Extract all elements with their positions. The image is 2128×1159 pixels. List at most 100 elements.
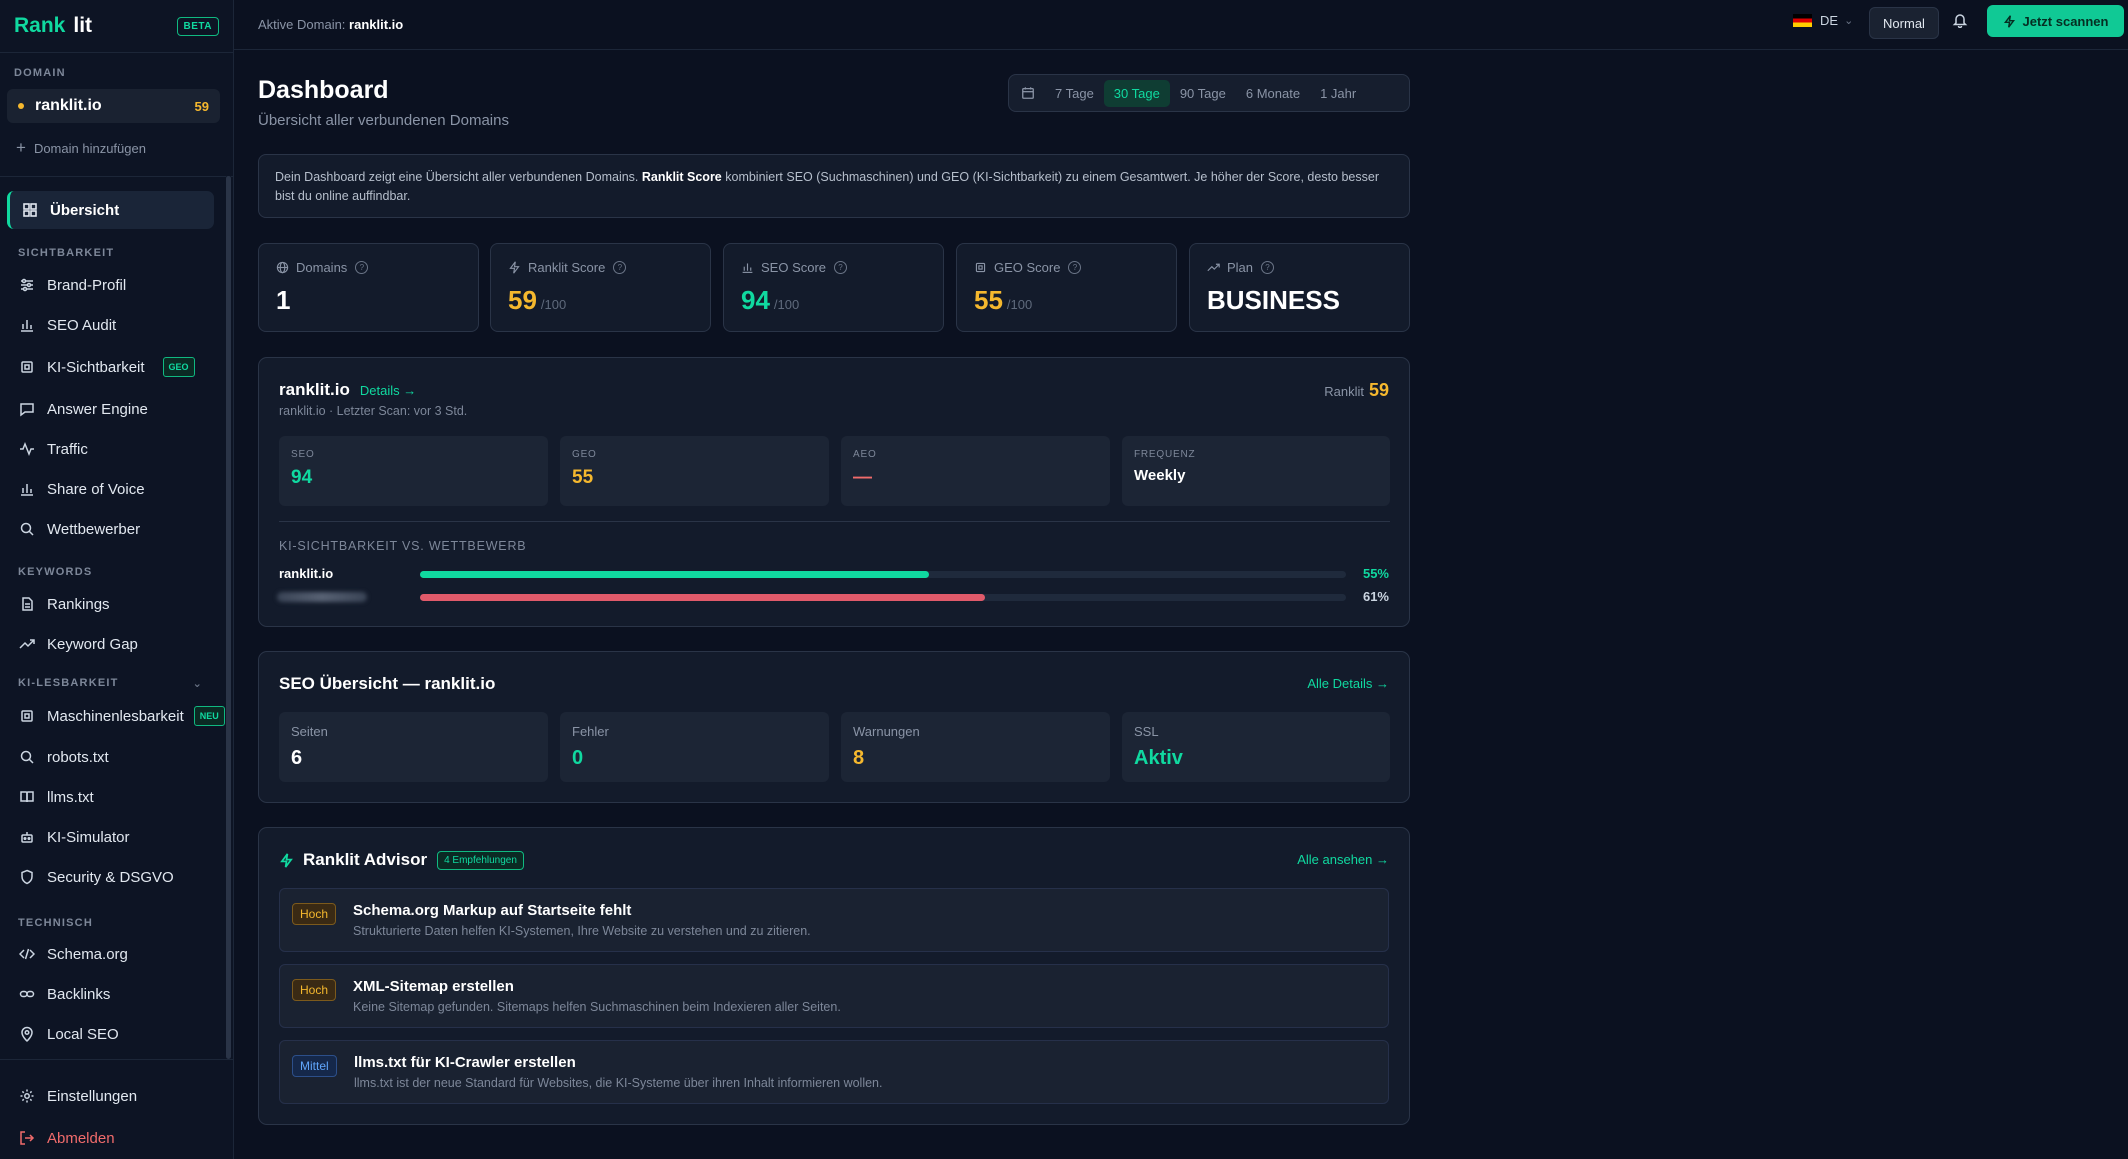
sidebar-item-competitors[interactable]: Wettbewerber [7, 510, 214, 548]
bar-fill-competitor [420, 594, 985, 601]
advisor-item[interactable]: Hoch XML-Sitemap erstellen Keine Sitemap… [279, 964, 1389, 1028]
all-details-link[interactable]: Alle Details → [1307, 676, 1389, 691]
metric-label: Seiten [291, 724, 328, 739]
sidebar-item-label: Übersicht [50, 201, 120, 219]
sidebar-item-answer-engine[interactable]: Answer Engine [7, 390, 214, 428]
sidebar-item-label: Share of Voice [47, 480, 145, 498]
stat-card-ranklit-score[interactable]: Ranklit Score ? 59/100 [490, 243, 711, 332]
domain-item-ranklit[interactable]: ranklit.io 59 [7, 89, 220, 123]
sidebar-item-label: KI-Simulator [47, 828, 130, 846]
language-selector[interactable]: DE ⌄ [1793, 13, 1853, 28]
geo-badge: GEO [162, 357, 195, 377]
bar-track-ranklit [420, 571, 1346, 578]
sliders-icon [21, 278, 33, 292]
sidebar-item-llms[interactable]: llms.txt [7, 778, 214, 816]
bar-value-competitor: 61% [1362, 589, 1389, 604]
sidebar-item-robots[interactable]: robots.txt [7, 738, 214, 776]
stat-label: Domains ? [276, 260, 461, 275]
chevron-down-icon: ⌄ [1844, 15, 1854, 27]
range-option-6m[interactable]: 6 Monate [1236, 80, 1310, 107]
sidebar-item-traffic[interactable]: Traffic [7, 430, 214, 468]
sidebar-item-keyword-gap[interactable]: Keyword Gap [7, 625, 214, 663]
advisor-item-desc: Keine Sitemap gefunden. Sitemaps helfen … [353, 1000, 841, 1014]
info-box: Dein Dashboard zeigt eine Übersicht alle… [258, 154, 1410, 218]
sidebar-scrollbar[interactable] [226, 176, 231, 1059]
section-label-readability[interactable]: KI-LESBARKEIT ⌄ [18, 677, 203, 690]
sidebar-item-ki-simulator[interactable]: KI-Simulator [7, 818, 214, 856]
logo[interactable]: Rank lit BETA [0, 0, 233, 53]
sidebar-item-share-of-voice[interactable]: Share of Voice [7, 470, 214, 508]
stat-value: 55/100 [974, 285, 1159, 316]
scan-now-button[interactable]: Jetzt scannen [1987, 5, 2124, 37]
link-icon [19, 990, 35, 998]
sidebar-item-machine-readability[interactable]: Maschinenlesbarkeit NEU [7, 697, 225, 735]
details-link[interactable]: Details → [360, 383, 416, 398]
help-icon[interactable]: ? [834, 261, 848, 274]
sidebar-footer: Einstellungen Abmelden [0, 1059, 234, 1159]
stat-label-text: Ranklit Score [528, 260, 606, 275]
compare-title: KI-SICHTBARKEIT VS. WETTBEWERB [279, 539, 527, 553]
range-option-1y[interactable]: 1 Jahr [1310, 80, 1366, 107]
view-all-link[interactable]: Alle ansehen → [1297, 852, 1389, 867]
help-icon[interactable]: ? [613, 261, 627, 274]
sidebar-item-local-seo[interactable]: Local SEO [7, 1015, 214, 1053]
help-icon[interactable]: ? [1261, 261, 1275, 274]
bar-chart-icon [21, 484, 33, 496]
stat-card-geo-score[interactable]: GEO Score ? 55/100 [956, 243, 1177, 332]
chevron-down-icon: ⌄ [192, 678, 203, 690]
book-icon [20, 791, 34, 803]
sidebar-item-label: Brand-Profil [47, 276, 127, 294]
sidebar-item-label: Rankings [47, 595, 110, 613]
advisor-item-title: llms.txt für KI-Crawler erstellen [354, 1054, 576, 1071]
sidebar-item-backlinks[interactable]: Backlinks [7, 975, 214, 1013]
stat-value: BUSINESS [1207, 285, 1392, 316]
seo-metric-warnings: Warnungen 8 [841, 712, 1110, 782]
scrollbar-thumb[interactable] [226, 176, 231, 1059]
stat-label-text: Domains [296, 260, 348, 275]
stat-card-plan[interactable]: Plan ? BUSINESS [1189, 243, 1410, 332]
bar-label-ranklit: ranklit.io [279, 566, 334, 581]
metric-value: 8 [853, 747, 865, 769]
sidebar-item-label: Answer Engine [47, 400, 148, 418]
help-icon[interactable]: ? [1068, 261, 1082, 274]
range-option-90d[interactable]: 90 Tage [1170, 80, 1236, 107]
ranklit-score-label: Ranklit [1324, 384, 1364, 399]
sidebar-item-schema[interactable]: Schema.org [7, 935, 214, 973]
language-code: DE [1820, 13, 1839, 28]
help-icon[interactable]: ? [355, 261, 369, 274]
sidebar-item-brand-profile[interactable]: Brand-Profil [7, 266, 214, 304]
settings-button[interactable]: Einstellungen [7, 1077, 214, 1115]
sidebar-item-overview[interactable]: Übersicht [7, 191, 214, 229]
metric-label: Fehler [572, 724, 609, 739]
calendar-icon [1022, 87, 1034, 99]
range-option-30d[interactable]: 30 Tage [1103, 79, 1170, 107]
sidebar-item-seo-audit[interactable]: SEO Audit [7, 306, 214, 344]
advisor-item[interactable]: Hoch Schema.org Markup auf Startseite fe… [279, 888, 1389, 952]
search-icon [20, 522, 34, 536]
logout-button[interactable]: Abmelden [7, 1119, 214, 1157]
settings-label: Einstellungen [47, 1087, 138, 1105]
sidebar-item-rankings[interactable]: Rankings [7, 585, 214, 623]
bell-icon[interactable] [1952, 12, 1968, 33]
advisor-item[interactable]: Mittel llms.txt für KI-Crawler erstellen… [279, 1040, 1389, 1104]
metric-value: Aktiv [1134, 747, 1183, 769]
active-domain: Aktive Domain: ranklit.io [258, 17, 403, 32]
stat-value-suffix: /100 [773, 297, 800, 312]
metric-seo: SEO 94 [279, 436, 548, 506]
bolt-icon [509, 261, 520, 274]
range-option-7d[interactable]: 7 Tage [1045, 80, 1104, 107]
info-text-bold: Ranklit Score [641, 170, 722, 184]
code-icon [19, 948, 35, 960]
sidebar-item-ki-visibility[interactable]: KI-Sichtbarkeit GEO [7, 348, 214, 386]
mode-button[interactable]: Normal [1869, 7, 1939, 39]
stat-card-domains[interactable]: Domains ? 1 [258, 243, 479, 332]
stat-value: 94/100 [741, 285, 926, 316]
active-domain-value: ranklit.io [349, 17, 404, 32]
sidebar-item-security[interactable]: Security & DSGVO [7, 858, 214, 896]
sidebar-item-label: Schema.org [47, 945, 128, 963]
stat-value-number: 55 [974, 285, 1003, 315]
trending-up-icon [1207, 263, 1220, 272]
add-domain-button[interactable]: + Domain hinzufügen [16, 138, 146, 158]
domain-card: ranklit.io Details → ranklit.io · Letzte… [258, 357, 1410, 627]
stat-card-seo-score[interactable]: SEO Score ? 94/100 [723, 243, 944, 332]
